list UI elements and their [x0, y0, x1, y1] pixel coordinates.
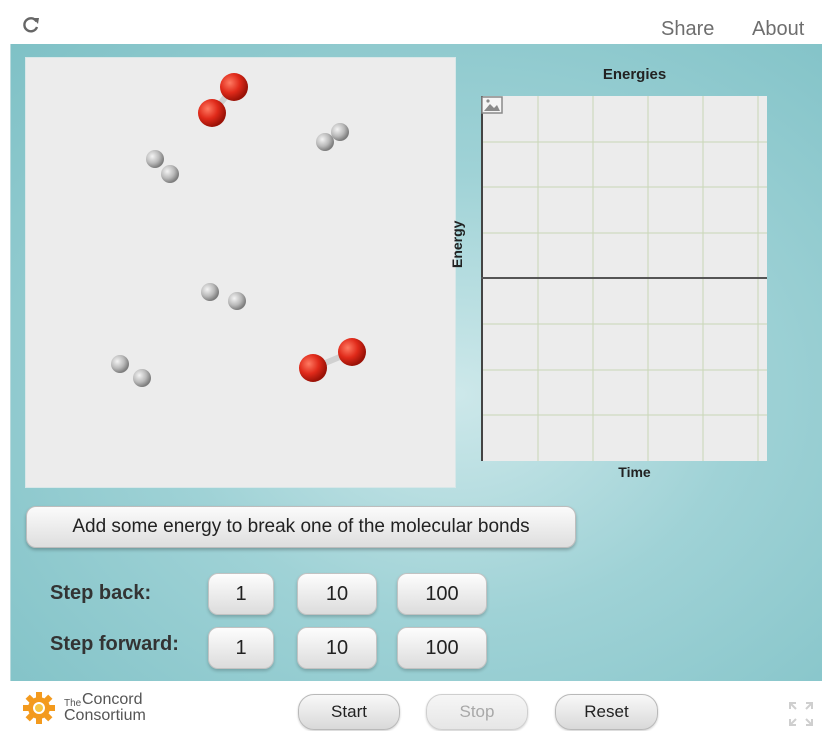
top-bar: Share About [0, 0, 831, 44]
step-back-100-button[interactable]: 100 [397, 573, 487, 615]
graph-grid [481, 96, 767, 461]
step-back-10-button[interactable]: 10 [297, 573, 377, 615]
molecule-canvas [111, 73, 366, 387]
logo-text-consortium: Consortium [64, 707, 146, 724]
reload-icon[interactable] [22, 16, 40, 34]
fullscreen-icon[interactable] [788, 701, 814, 727]
hydrogen-molecule [111, 355, 151, 387]
start-button[interactable]: Start [298, 694, 400, 730]
energy-graph: Energies Energy Time [449, 58, 812, 488]
step-forward-label: Step forward: [50, 633, 179, 655]
graph-title: Energies [602, 66, 667, 83]
concord-logo-icon[interactable] [22, 691, 56, 725]
stop-button[interactable]: Stop [426, 694, 528, 730]
step-forward-1-button[interactable]: 1 [208, 627, 274, 669]
oxygen-molecule [299, 338, 366, 382]
step-back-1-button[interactable]: 1 [208, 573, 274, 615]
step-back-label: Step back: [50, 582, 152, 604]
graph-plot-area[interactable] [481, 96, 767, 461]
oxygen-molecule [198, 73, 248, 127]
hydrogen-molecule [146, 150, 179, 183]
image-icon[interactable] [481, 96, 503, 114]
hydrogen-molecule [316, 123, 349, 151]
bottom-bar: The Concord Consortium Start Stop Reset [0, 681, 831, 731]
step-forward-100-button[interactable]: 100 [397, 627, 487, 669]
step-forward-10-button[interactable]: 10 [297, 627, 377, 669]
about-link[interactable]: About [752, 18, 804, 41]
hydrogen-molecule [201, 283, 246, 310]
share-link[interactable]: Share [661, 18, 714, 41]
molecule-view[interactable] [26, 58, 455, 487]
graph-xlabel: Time [618, 464, 651, 480]
graph-ylabel: Energy [449, 220, 465, 268]
add-energy-button[interactable]: Add some energy to break one of the mole… [26, 506, 576, 548]
reset-button[interactable]: Reset [555, 694, 658, 730]
